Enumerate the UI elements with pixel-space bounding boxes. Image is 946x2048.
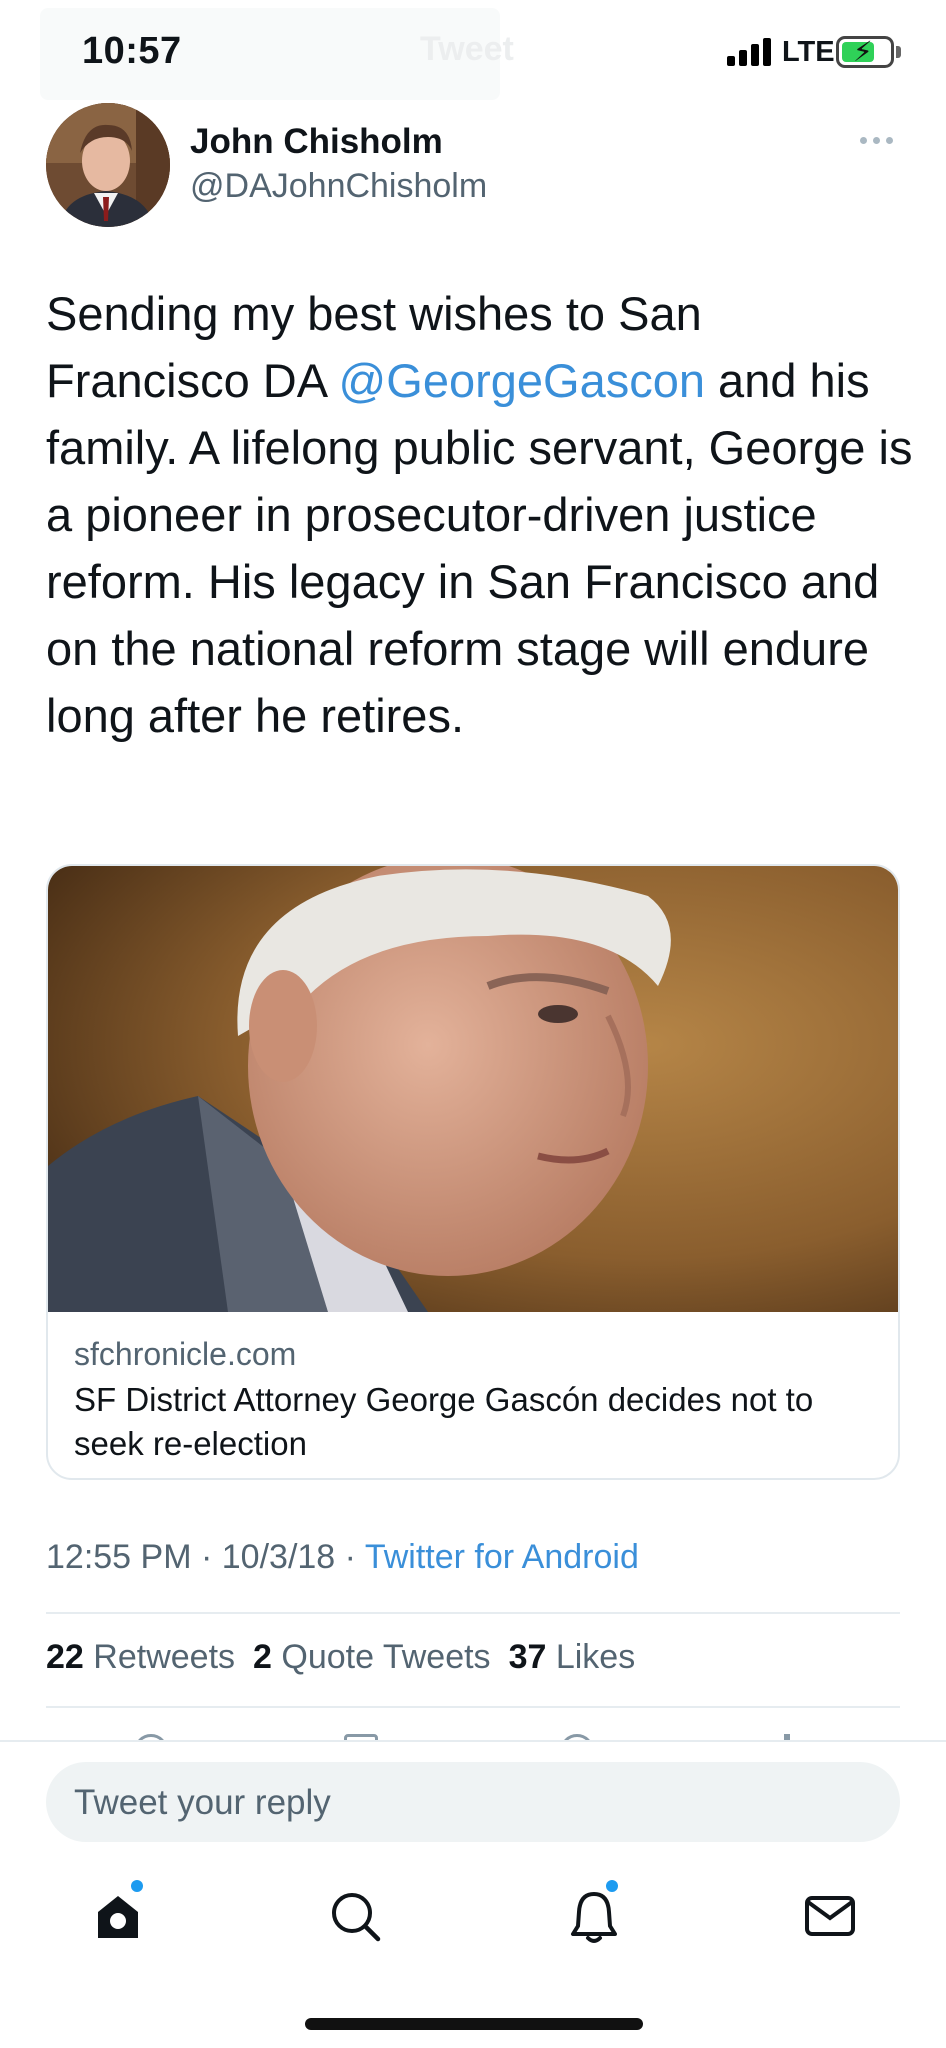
- card-title: SF District Attorney George Gascón decid…: [74, 1381, 814, 1462]
- home-badge-dot: [131, 1880, 143, 1892]
- home-icon[interactable]: [88, 1886, 148, 1946]
- tweet-date: 10/3/18: [221, 1538, 336, 1576]
- retweets-label: Retweets: [93, 1638, 236, 1676]
- signal-icon: [727, 38, 773, 66]
- meta-separator: ·: [200, 1538, 213, 1576]
- home-indicator[interactable]: [305, 2018, 643, 2030]
- divider: [46, 1706, 900, 1708]
- notifications-icon[interactable]: [564, 1886, 624, 1946]
- card-domain: sfchronicle.com: [74, 1336, 297, 1372]
- tweet-stats: 22 Retweets 2 Quote Tweets 37 Likes: [46, 1638, 635, 1677]
- author-name[interactable]: John Chisholm: [190, 122, 443, 162]
- ghost-header-title: Tweet: [420, 30, 514, 68]
- retweets-stat[interactable]: 22 Retweets: [46, 1638, 235, 1676]
- tweet-text: Sending my best wishes to San Francisco …: [46, 280, 916, 749]
- messages-icon[interactable]: [800, 1886, 860, 1946]
- reply-input[interactable]: Tweet your reply: [46, 1762, 900, 1842]
- meta-separator: ·: [344, 1538, 356, 1576]
- reply-placeholder: Tweet your reply: [74, 1783, 331, 1822]
- retweets-count: 22: [46, 1638, 84, 1676]
- tweet-meta: 12:55 PM · 10/3/18 · Twitter for Android: [46, 1538, 639, 1577]
- link-card[interactable]: sfchronicle.com SF District Attorney Geo…: [46, 864, 900, 1480]
- status-time: 10:57: [82, 30, 182, 72]
- mention-link[interactable]: @GeorgeGascon: [339, 354, 705, 407]
- tweet-source-link[interactable]: Twitter for Android: [365, 1538, 639, 1576]
- tweet-time: 12:55 PM: [46, 1538, 192, 1576]
- tweet-text-end: and his family. A lifelong public servan…: [46, 354, 913, 742]
- battery-icon: ⚡: [836, 36, 894, 68]
- likes-stat[interactable]: 37 Likes: [509, 1638, 636, 1676]
- quote-tweets-stat[interactable]: 2 Quote Tweets: [253, 1638, 491, 1676]
- status-bar: Tweet 10:57 LTE ⚡: [0, 0, 946, 100]
- more-options-icon[interactable]: [860, 130, 900, 150]
- network-label: LTE: [782, 36, 835, 68]
- card-image: [48, 866, 898, 1312]
- quote-count: 2: [253, 1638, 272, 1676]
- divider: [46, 1612, 900, 1614]
- avatar[interactable]: [46, 103, 170, 227]
- search-icon[interactable]: [326, 1886, 386, 1946]
- quote-label: Quote Tweets: [281, 1638, 491, 1676]
- author-handle[interactable]: @DAJohnChisholm: [190, 167, 487, 206]
- battery-cap: [896, 46, 901, 58]
- likes-label: Likes: [555, 1638, 636, 1676]
- notifications-badge-dot: [606, 1880, 618, 1892]
- likes-count: 37: [508, 1638, 547, 1676]
